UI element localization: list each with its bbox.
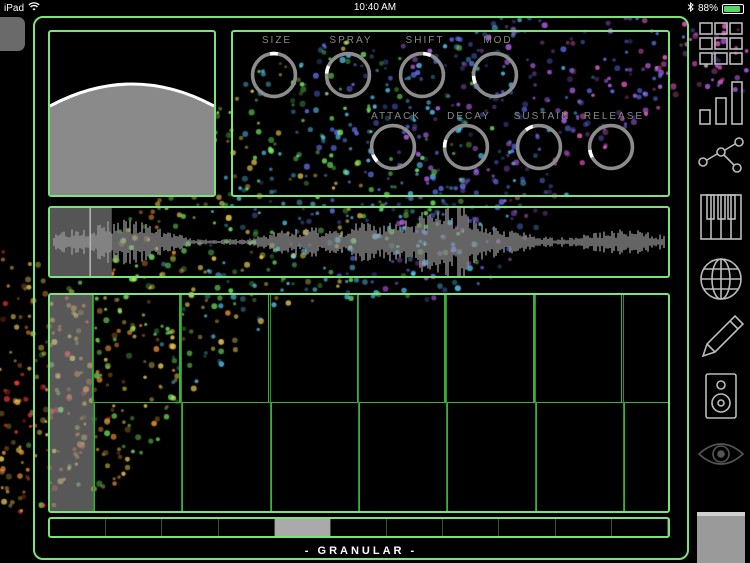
knob-label-decay: DECAY — [447, 111, 491, 122]
battery-icon — [722, 3, 744, 14]
position-segment[interactable] — [499, 519, 556, 536]
white-key[interactable] — [94, 402, 183, 511]
position-segment[interactable] — [274, 519, 331, 536]
black-key[interactable] — [445, 295, 534, 403]
key-divider — [93, 295, 95, 511]
bluetooth-icon — [687, 1, 694, 15]
battery-percent: 88% — [697, 3, 718, 14]
knob-size[interactable] — [249, 50, 299, 100]
position-bar[interactable] — [48, 517, 670, 538]
position-segment[interactable] — [219, 519, 275, 536]
status-bar: iPad 10:40 AM 88% — [0, 0, 750, 16]
waveform-display[interactable] — [48, 206, 670, 278]
key-divider — [181, 295, 183, 511]
square-icon[interactable] — [697, 512, 745, 563]
key-divider — [269, 295, 271, 511]
position-segment[interactable] — [556, 519, 612, 536]
knob-spray[interactable] — [323, 50, 373, 100]
eye-icon[interactable] — [697, 436, 745, 472]
position-segment[interactable] — [612, 519, 668, 536]
white-key[interactable] — [623, 402, 668, 511]
piano-icon[interactable] — [697, 192, 745, 242]
knob-sustain[interactable] — [514, 122, 564, 172]
bars-icon[interactable] — [697, 78, 745, 126]
key-highlight — [50, 295, 95, 511]
pencil-icon[interactable] — [697, 312, 745, 362]
black-key[interactable] — [533, 295, 622, 403]
position-segment[interactable] — [443, 519, 500, 536]
knob-label-size: SIZE — [261, 35, 293, 46]
key-divider — [358, 295, 359, 511]
knob-label-attack: ATTACK — [371, 111, 421, 122]
knob-decay[interactable] — [441, 122, 491, 172]
network-icon[interactable] — [697, 132, 745, 180]
white-key[interactable] — [535, 402, 624, 511]
speaker-icon[interactable] — [697, 372, 745, 420]
white-key[interactable] — [447, 402, 536, 511]
key-divider — [534, 295, 536, 511]
knob-shift[interactable] — [397, 50, 447, 100]
black-key[interactable] — [92, 295, 181, 403]
black-key[interactable] — [180, 295, 269, 403]
knob-indicator — [524, 124, 534, 132]
status-time: 10:40 AM — [353, 2, 397, 13]
waveform-trace — [53, 208, 665, 276]
black-key[interactable] — [357, 295, 446, 403]
knob-indicator — [423, 51, 432, 58]
knob-indicator — [324, 65, 331, 74]
side-drawer-tab[interactable] — [0, 17, 25, 51]
white-key[interactable] — [359, 402, 448, 511]
key-divider — [622, 295, 624, 511]
knob-label-shift: SHIFT — [405, 35, 445, 46]
knob-release[interactable] — [586, 122, 636, 172]
key-divider — [446, 295, 448, 511]
knob-mod[interactable] — [470, 50, 520, 100]
position-segment[interactable] — [387, 519, 444, 536]
app-title: - GRANULAR - — [304, 545, 418, 557]
grid-icon[interactable] — [697, 20, 745, 66]
knob-indicator — [471, 75, 477, 85]
globe-icon[interactable] — [697, 255, 745, 303]
knob-indicator — [442, 139, 448, 148]
keyboard — [48, 293, 670, 513]
white-key[interactable] — [182, 402, 271, 511]
knob-indicator — [371, 154, 379, 163]
knob-label-sustain: SUSTAIN — [513, 111, 571, 122]
position-segment[interactable] — [162, 519, 219, 536]
position-segment[interactable] — [106, 519, 163, 536]
knob-attack[interactable] — [368, 122, 418, 172]
position-segment[interactable] — [331, 519, 388, 536]
white-key[interactable] — [270, 402, 359, 511]
position-segment[interactable] — [50, 519, 107, 536]
envelope-display[interactable] — [48, 30, 216, 197]
knob-label-mod: MOD — [483, 35, 513, 46]
knob-label-spray: SPRAY — [329, 35, 373, 46]
knob-indicator — [587, 149, 594, 159]
knob-label-release: RELEASE — [583, 111, 645, 122]
